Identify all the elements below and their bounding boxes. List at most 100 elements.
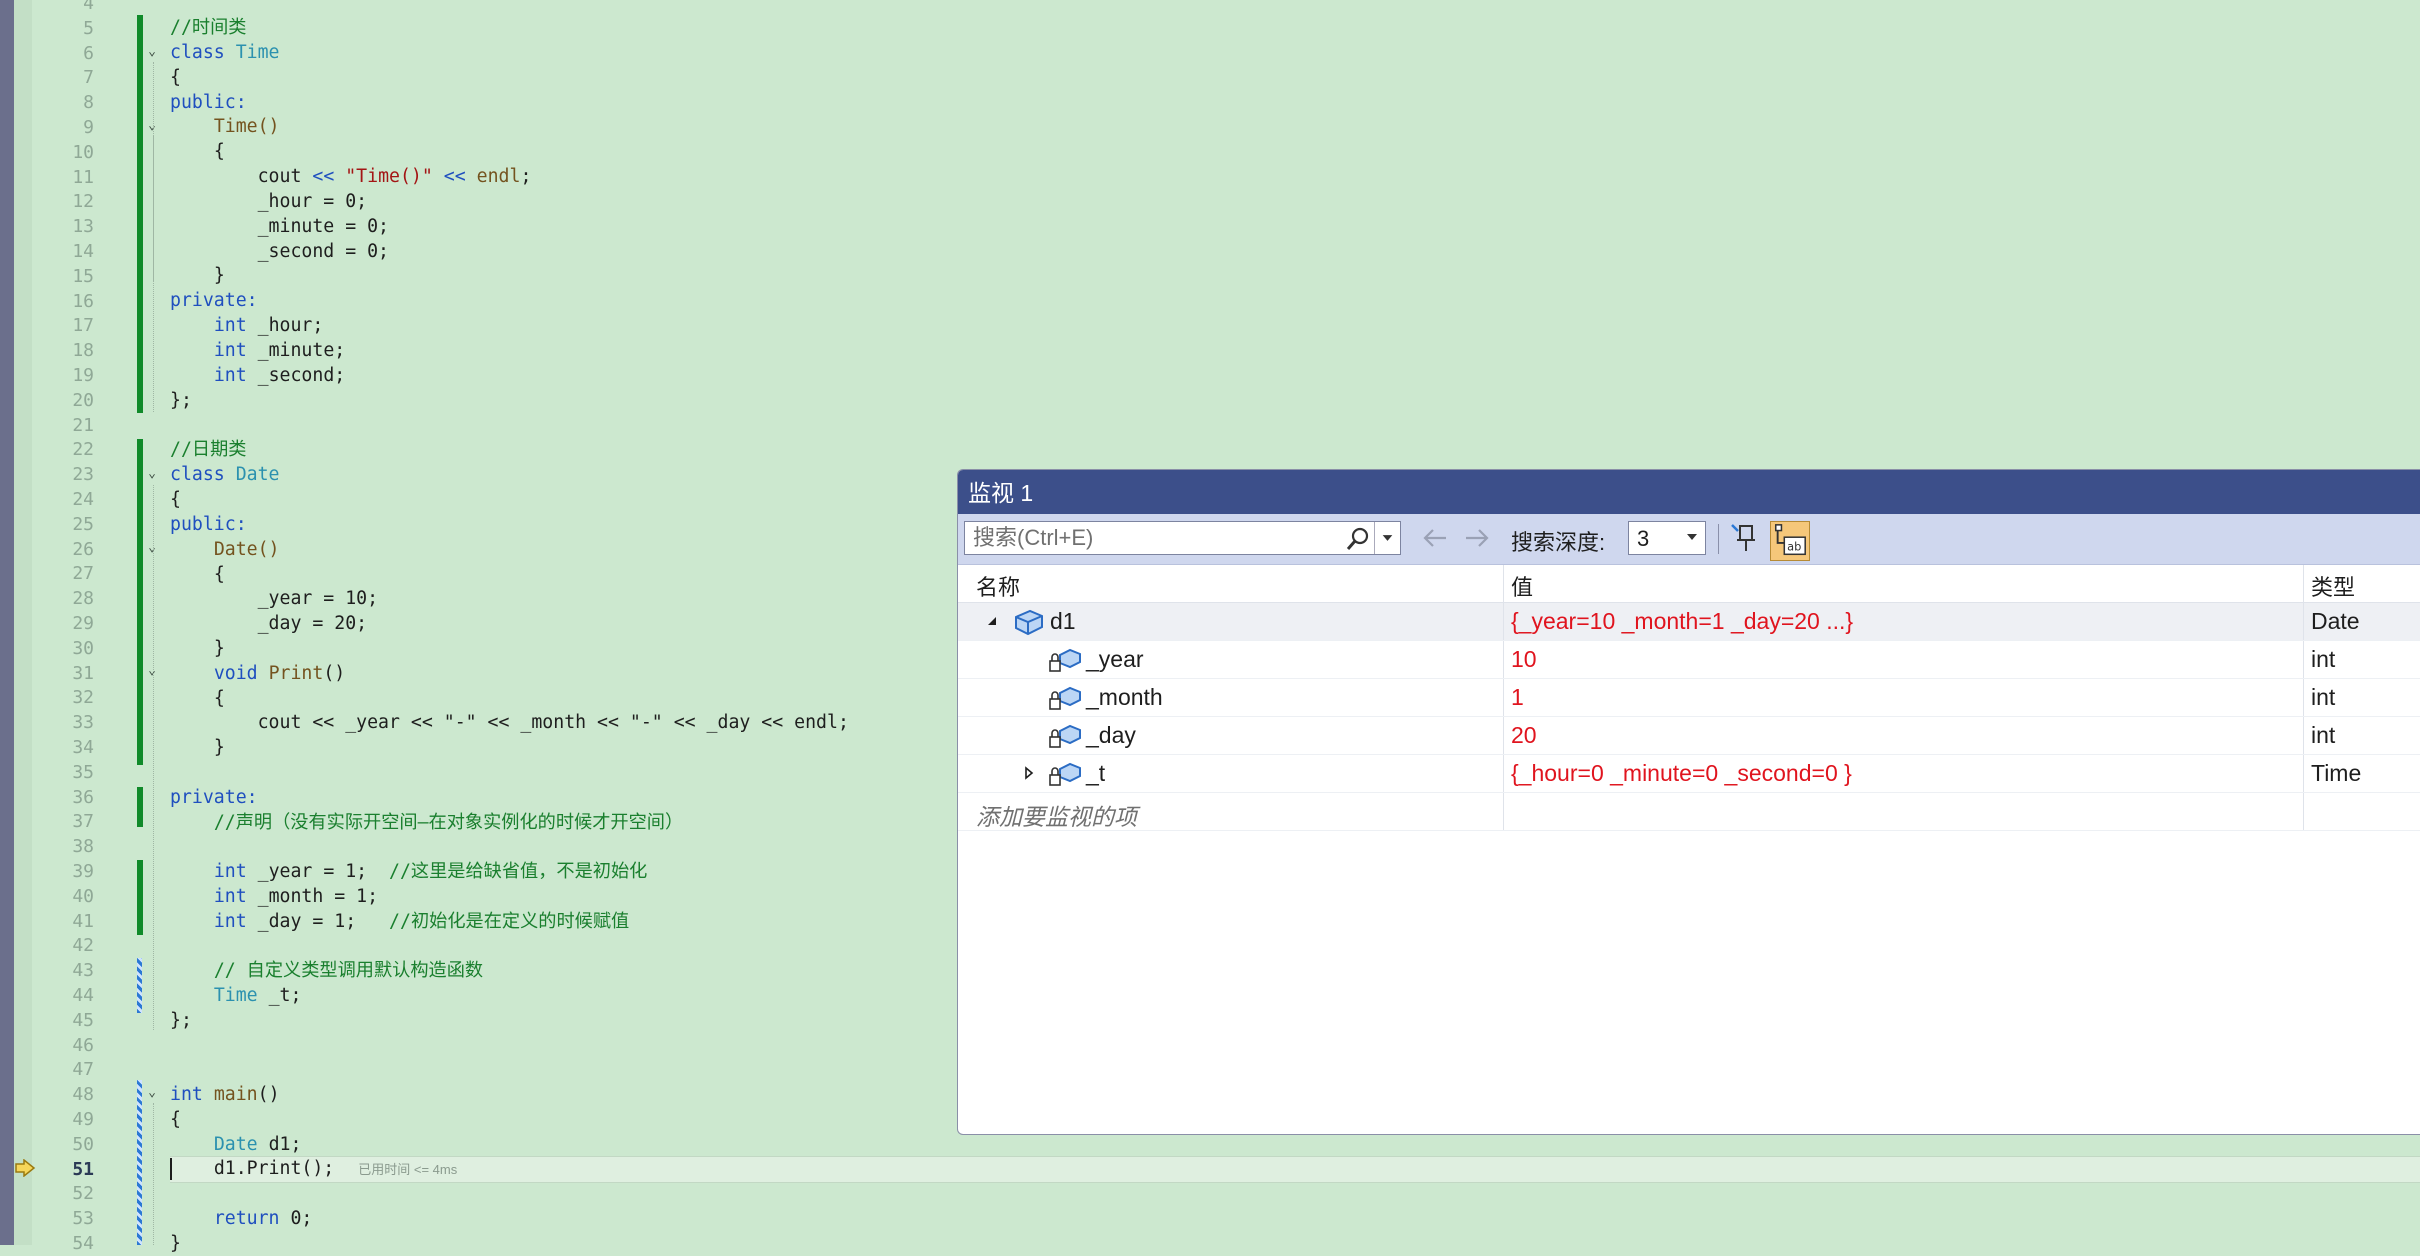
forward-arrow-icon[interactable] [1462,525,1492,551]
line-number: 8 [83,92,94,114]
watch-value[interactable]: {_hour=0 _minute=0 _second=0 } [1511,760,1852,787]
collapse-icon[interactable]: ⌄ [145,1086,159,1100]
column-divider [1503,793,1504,830]
line-number: 14 [72,241,94,262]
collapse-icon[interactable]: ⌄ [145,119,159,133]
line-number: 50 [72,1133,94,1155]
watch-value[interactable]: 20 [1511,722,1537,749]
watch-toolbar: 搜索深度: 3 ab [958,514,2420,565]
line-number: 32 [72,687,94,709]
code-line-19: int _second; [213,365,346,386]
code-line-9: Time() [213,116,280,137]
code-line-41: int _day = 1; //初始化是在定义的时候赋值 [213,911,630,932]
value-column-header[interactable]: 值 [1511,570,1533,602]
code-line-8: public: [170,92,247,113]
toolbar-separator [1718,524,1719,554]
add-watch-row[interactable]: 添加要监视的项 [958,793,2420,831]
watch-search-box [964,521,1401,555]
line-number: 6 [83,42,94,64]
line-number: 53 [72,1208,94,1230]
code-line-20: }; [170,390,192,411]
code-line-49: { [170,1109,181,1130]
line-number: 35 [72,761,94,783]
code-line-23: class Date [170,464,280,485]
code-line-50: Date d1; [213,1134,302,1155]
watch-value[interactable]: 10 [1511,646,1537,673]
watch-column-header: 名称 值 类型 [958,565,2420,603]
line-number: 21 [72,414,94,436]
code-line-26: Date() [213,539,280,560]
column-divider[interactable] [1503,565,1504,602]
collapse-icon[interactable]: ⌄ [145,664,159,678]
back-arrow-icon[interactable] [1420,525,1450,551]
unsaved-change-bar [137,958,142,1013]
add-watch-placeholder[interactable]: 添加要监视的项 [976,798,1137,832]
watch-search-input[interactable] [965,522,1335,554]
line-number: 52 [72,1183,94,1205]
name-column-header[interactable]: 名称 [976,570,1020,602]
line-number: 45 [72,1009,94,1031]
code-line-7: { [170,67,181,88]
watch-type: int [2311,684,2336,710]
watch-row-day[interactable]: _day 20 int [958,717,2420,755]
watch-name: _day [1086,722,1136,748]
collapse-icon[interactable] [985,614,999,628]
column-divider[interactable] [2303,565,2304,602]
current-line-highlight [170,1156,2420,1183]
code-line-28: _year = 10; [257,588,379,609]
code-line-44: Time _t; [213,985,302,1006]
pin-icon[interactable] [1728,521,1762,555]
code-line-22: //日期类 [170,439,247,460]
indent-guide [153,485,154,1030]
search-icon[interactable] [1345,526,1371,552]
column-divider [1503,679,1504,716]
breakpoint-margin[interactable] [14,0,32,1245]
watch-value[interactable]: 1 [1511,684,1524,711]
search-depth-select[interactable]: 3 [1628,521,1706,555]
column-divider [2303,603,2304,640]
watch-value[interactable]: {_year=10 _month=1 _day=20 ...} [1511,608,1853,635]
line-number: 7 [83,67,94,89]
current-statement-icon [15,1159,36,1177]
line-number: 40 [72,885,94,907]
line-number: 27 [72,563,94,585]
collapse-icon[interactable]: ⌄ [145,541,159,555]
column-divider [2303,641,2304,678]
change-bar [137,787,143,827]
code-line-5: //时间类 [170,17,247,38]
watch-window-title[interactable]: 监视 1 [958,470,2420,514]
ab-format-icon[interactable]: ab [1770,521,1810,561]
line-number: 22 [72,439,94,461]
watch-row-d1[interactable]: d1 {_year=10 _month=1 _day=20 ...} Date [958,603,2420,641]
watch-type: int [2311,722,2336,748]
watch-row-year[interactable]: _year 10 int [958,641,2420,679]
code-line-15: } [213,265,225,286]
code-line-16: private: [170,290,258,311]
code-line-34: } [213,737,225,758]
line-number: 5 [83,17,94,39]
left-window-strip [0,0,14,1245]
code-line-10: { [213,141,225,162]
collapse-icon[interactable]: ⌄ [145,467,159,481]
search-options-dropdown[interactable] [1374,522,1400,554]
watch-row-month[interactable]: _month 1 int [958,679,2420,717]
lock-field-icon [1049,686,1081,710]
change-bar [137,860,143,935]
code-line-43: // 自定义类型调用默认构造函数 [213,960,484,981]
elapsed-time-hint[interactable]: 已用时间 <= 4ms [358,1162,457,1177]
lock-field-icon [1049,724,1081,748]
type-column-header[interactable]: 类型 [2311,570,2355,602]
watch-name: _t [1086,760,1106,786]
column-divider [2303,717,2304,754]
line-number: 24 [72,489,94,510]
collapse-icon[interactable]: ⌄ [145,45,159,59]
line-number: 51 [72,1158,94,1180]
code-line-13: _minute = 0; [257,216,390,237]
expand-icon[interactable] [1022,766,1036,780]
watch-row-t[interactable]: _t {_hour=0 _minute=0 _second=0 } Time [958,755,2420,793]
code-line-18: int _minute; [213,340,346,361]
column-divider [2303,679,2304,716]
code-line-45: }; [170,1010,192,1031]
watch-type: int [2311,646,2336,672]
code-line-29: _day = 20; [257,613,368,634]
